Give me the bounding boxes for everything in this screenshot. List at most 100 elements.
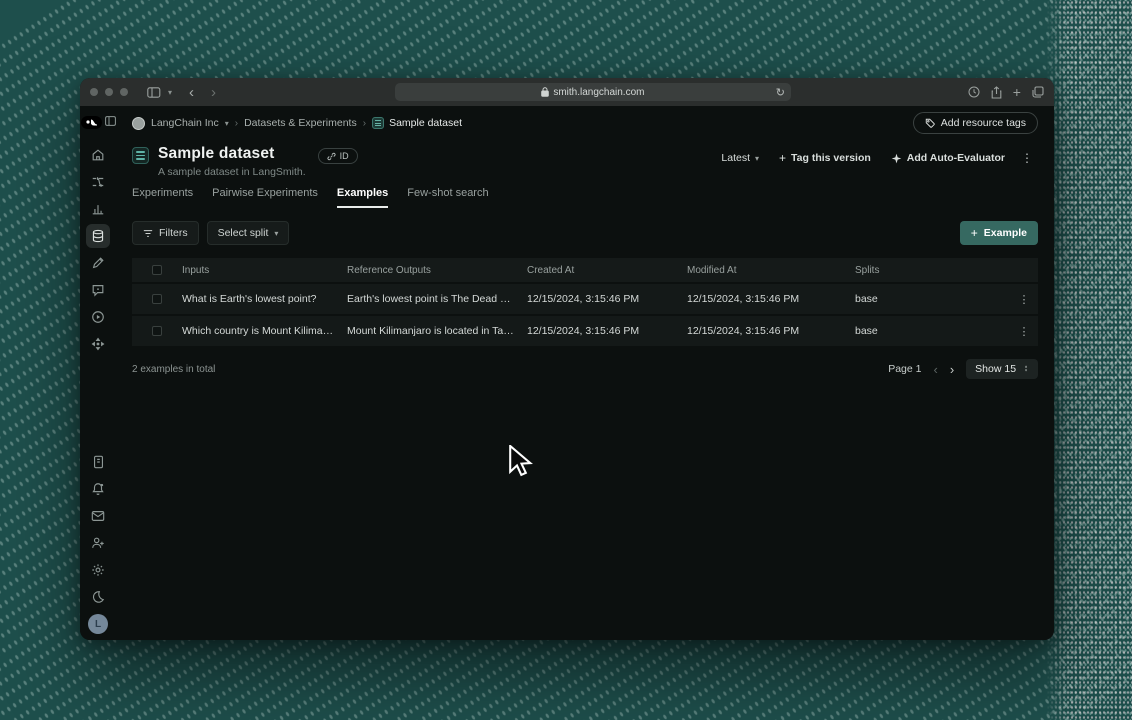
- add-auto-evaluator-button[interactable]: Add Auto-Evaluator: [882, 148, 1014, 168]
- sidebar-item-tracing[interactable]: [86, 170, 110, 194]
- table-toolbar: Filters Select split ▾ + Example: [132, 221, 1038, 245]
- langsmith-logo[interactable]: [80, 115, 102, 129]
- column-header-splits[interactable]: Splits: [855, 265, 1010, 276]
- table-row[interactable]: What is Earth's lowest point? Earth's lo…: [132, 284, 1038, 314]
- forward-button[interactable]: ›: [209, 84, 218, 101]
- main-content: LangChain Inc ▾ › Datasets & Experiments…: [116, 106, 1054, 640]
- version-chevron-icon: ▾: [755, 153, 760, 163]
- next-page-button[interactable]: ›: [950, 362, 954, 377]
- app-sidebar: L: [80, 106, 116, 640]
- sidebar-item-dashboards[interactable]: [86, 197, 110, 221]
- sidebar-menu-chevron-icon[interactable]: ▾: [168, 88, 172, 97]
- tab-overview-icon[interactable]: [1032, 86, 1044, 98]
- table-header-row: Inputs Reference Outputs Created At Modi…: [132, 258, 1038, 282]
- new-tab-icon[interactable]: +: [1013, 85, 1021, 99]
- table-footer: 2 examples in total Page 1 ‹ › Show 15 ▲…: [132, 359, 1038, 379]
- panel-collapse-icon[interactable]: [104, 113, 116, 131]
- share-icon[interactable]: [991, 85, 1002, 99]
- tab-examples[interactable]: Examples: [336, 187, 389, 208]
- sidebar-item-prompts[interactable]: [86, 278, 110, 302]
- tab-few-shot-search[interactable]: Few-shot search: [407, 187, 488, 208]
- add-resource-tags-button[interactable]: Add resource tags: [912, 112, 1038, 134]
- back-button[interactable]: ‹: [187, 84, 196, 101]
- previous-page-button[interactable]: ‹: [933, 362, 937, 377]
- page-indicator: Page 1: [888, 363, 922, 375]
- home-icon: [92, 148, 104, 160]
- select-all-checkbox[interactable]: [152, 265, 162, 275]
- browser-chrome: ▾ ‹ › smith.langchain.com ↻ +: [80, 78, 1054, 106]
- row-kebab-menu[interactable]: ⋮: [1010, 293, 1038, 306]
- row-checkbox[interactable]: [152, 326, 162, 336]
- sidebar-item-home[interactable]: [86, 143, 110, 167]
- examples-table: Inputs Reference Outputs Created At Modi…: [132, 258, 1038, 346]
- address-bar[interactable]: smith.langchain.com ↻: [394, 83, 791, 101]
- sidebar-item-annotation[interactable]: [86, 251, 110, 275]
- dataset-icon: [132, 147, 149, 164]
- database-icon: [92, 229, 104, 242]
- row-kebab-menu[interactable]: ⋮: [1010, 325, 1038, 338]
- column-header-inputs[interactable]: Inputs: [182, 265, 347, 276]
- breadcrumb-separator: ›: [234, 117, 239, 129]
- traffic-light-close[interactable]: [90, 88, 98, 96]
- tab-experiments[interactable]: Experiments: [132, 187, 193, 208]
- header-kebab-menu[interactable]: ⋮: [1016, 149, 1038, 167]
- cell-created-at: 12/15/2024, 3:15:46 PM: [527, 293, 640, 305]
- breadcrumb-bar: LangChain Inc ▾ › Datasets & Experiments…: [132, 106, 1038, 140]
- desktop: { "colors": { "accent_teal": "#366961", …: [0, 0, 1132, 720]
- privacy-shield-icon[interactable]: [968, 86, 980, 98]
- sidebar-item-docs[interactable]: [86, 450, 110, 474]
- org-avatar[interactable]: [132, 116, 145, 130]
- dataset-mini-icon: [372, 117, 385, 129]
- breadcrumb-org[interactable]: LangChain Inc: [151, 117, 219, 129]
- tab-bar: Experiments Pairwise Experiments Example…: [132, 187, 1038, 208]
- column-header-modified-at[interactable]: Modified At: [687, 265, 855, 276]
- tab-pairwise-experiments[interactable]: Pairwise Experiments: [212, 187, 318, 208]
- url-text: smith.langchain.com: [553, 86, 645, 98]
- version-controls: Latest ▾ + Tag this version Add Auto-Eva…: [712, 147, 1038, 169]
- user-avatar[interactable]: L: [88, 614, 108, 634]
- sidebar-item-notifications[interactable]: [86, 477, 110, 501]
- cell-modified-at: 12/15/2024, 3:15:46 PM: [687, 325, 800, 337]
- row-checkbox[interactable]: [152, 294, 162, 304]
- sidebar-item-invite[interactable]: [86, 531, 110, 555]
- breadcrumb-section[interactable]: Datasets & Experiments: [244, 117, 357, 129]
- sidebar-item-theme[interactable]: [86, 585, 110, 609]
- play-circle-icon: [92, 310, 104, 323]
- sidebar-item-playground[interactable]: [86, 305, 110, 329]
- refresh-icon[interactable]: ↻: [776, 86, 785, 99]
- filters-button[interactable]: Filters: [132, 221, 199, 245]
- tag-version-button[interactable]: + Tag this version: [770, 147, 880, 169]
- link-icon: [327, 152, 336, 160]
- column-header-created-at[interactable]: Created At: [527, 265, 687, 276]
- sidebar-item-settings[interactable]: [86, 558, 110, 582]
- chrome-actions: +: [968, 85, 1044, 99]
- select-split-dropdown[interactable]: Select split ▾: [206, 221, 290, 245]
- cell-splits: base: [855, 293, 878, 305]
- org-chevron-icon[interactable]: ▾: [225, 119, 229, 128]
- copy-id-button[interactable]: ID: [317, 148, 358, 164]
- traffic-light-zoom[interactable]: [120, 88, 128, 96]
- traffic-light-minimize[interactable]: [105, 88, 113, 96]
- moon-icon: [92, 590, 105, 603]
- tag-icon: [925, 118, 935, 128]
- bar-chart-icon: [92, 204, 104, 214]
- user-add-icon: [92, 537, 104, 548]
- page-size-dropdown[interactable]: Show 15 ▲ ▼: [966, 359, 1038, 379]
- page-subtitle: A sample dataset in LangSmith.: [158, 166, 306, 178]
- add-example-button[interactable]: + Example: [959, 221, 1038, 245]
- title-row: Sample dataset A sample dataset in LangS…: [132, 145, 1038, 178]
- filter-icon: [143, 229, 153, 237]
- langsmith-app: L LangChain Inc ▾ › Datasets & Experimen…: [80, 106, 1054, 640]
- browser-window: ▾ ‹ › smith.langchain.com ↻ + L LangChai…: [80, 78, 1054, 640]
- page-size-label: Show 15: [975, 363, 1017, 375]
- sidebar-item-feedback[interactable]: [86, 504, 110, 528]
- table-row[interactable]: Which country is Mount Kilimanjaro... Mo…: [132, 316, 1038, 346]
- sidebar-item-deployments[interactable]: [86, 332, 110, 356]
- column-header-reference-outputs[interactable]: Reference Outputs: [347, 265, 527, 276]
- breadcrumb-current[interactable]: Sample dataset: [372, 117, 462, 129]
- sidebar-toggle-icon[interactable]: [147, 86, 161, 98]
- plus-icon: +: [779, 151, 787, 165]
- plus-icon: +: [970, 226, 978, 240]
- version-select-button[interactable]: Latest ▾: [712, 148, 768, 168]
- sidebar-item-datasets[interactable]: [86, 223, 110, 248]
